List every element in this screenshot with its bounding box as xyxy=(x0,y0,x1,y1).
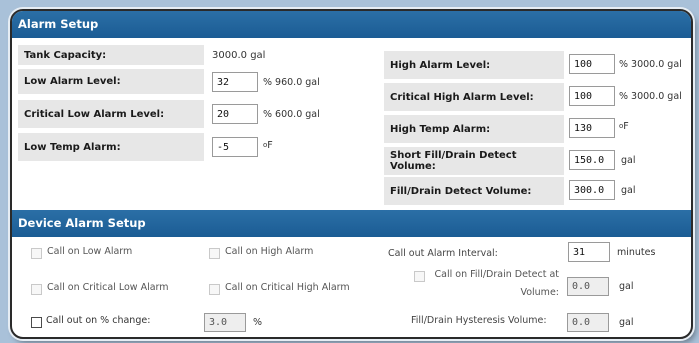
critical-high-alarm-input[interactable] xyxy=(569,86,615,106)
critical-high-alarm-label: Critical High Alarm Level: xyxy=(384,83,564,111)
fill-drain-hysteresis-unit: gal xyxy=(619,317,634,328)
call-on-critical-high-alarm-checkbox[interactable] xyxy=(209,284,220,295)
short-fill-drain-label: Short Fill/Drain Detect Volume: xyxy=(384,147,564,175)
call-on-fill-drain-input[interactable] xyxy=(567,277,609,296)
call-on-high-alarm-checkbox[interactable] xyxy=(209,248,220,259)
call-on-fill-drain-label-line2: Volume: xyxy=(520,287,559,298)
call-out-alarm-interval-unit: minutes xyxy=(617,246,656,258)
critical-low-alarm-input[interactable] xyxy=(212,104,258,124)
tank-capacity-label: Tank Capacity: xyxy=(18,45,204,65)
critical-low-alarm-unit: % 600.0 gal xyxy=(263,108,320,120)
device-alarm-setup-header: Device Alarm Setup xyxy=(12,210,691,237)
low-temp-unit: oF xyxy=(263,139,273,151)
high-temp-alarm-input[interactable] xyxy=(569,118,615,138)
low-alarm-unit: % 960.0 gal xyxy=(263,76,320,88)
fill-drain-detect-input[interactable] xyxy=(569,180,615,200)
call-on-critical-low-alarm-checkbox[interactable] xyxy=(31,284,42,295)
short-fill-drain-unit: gal xyxy=(621,154,636,166)
tank-capacity-value: 3000.0 gal xyxy=(212,49,266,61)
high-alarm-label: High Alarm Level: xyxy=(384,51,564,79)
short-fill-drain-input[interactable] xyxy=(569,150,615,170)
low-temp-alarm-label: Low Temp Alarm: xyxy=(18,133,204,161)
call-on-fill-drain-unit: gal xyxy=(619,281,634,292)
low-alarm-label: Low Alarm Level: xyxy=(18,69,204,94)
call-on-critical-low-alarm-label: Call on Critical Low Alarm xyxy=(47,282,169,293)
low-alarm-input[interactable] xyxy=(212,72,258,92)
low-temp-alarm-input[interactable] xyxy=(212,137,258,157)
high-alarm-input[interactable] xyxy=(569,54,615,74)
call-out-alarm-interval-input[interactable] xyxy=(568,242,610,262)
call-out-percent-change-checkbox[interactable] xyxy=(31,317,42,328)
fill-drain-detect-label: Fill/Drain Detect Volume: xyxy=(384,177,564,205)
high-temp-unit: oF xyxy=(619,120,629,132)
call-out-percent-change-input[interactable] xyxy=(204,313,246,332)
call-on-fill-drain-checkbox[interactable] xyxy=(414,271,425,282)
fill-drain-detect-unit: gal xyxy=(621,184,636,196)
call-out-percent-change-label: Call out on % change: xyxy=(46,315,151,326)
fill-drain-hysteresis-input[interactable] xyxy=(567,313,609,332)
call-out-percent-unit: % xyxy=(253,317,263,328)
call-on-low-alarm-checkbox[interactable] xyxy=(31,248,42,259)
call-on-low-alarm-label: Call on Low Alarm xyxy=(47,246,133,257)
high-alarm-unit: % 3000.0 gal xyxy=(619,58,682,70)
call-on-critical-high-alarm-label: Call on Critical High Alarm xyxy=(225,282,350,293)
alarm-setup-header: Alarm Setup xyxy=(12,11,691,38)
call-on-high-alarm-label: Call on High Alarm xyxy=(225,246,314,257)
critical-high-alarm-unit: % 3000.0 gal xyxy=(619,90,682,102)
fill-drain-hysteresis-label: Fill/Drain Hysteresis Volume: xyxy=(411,315,547,326)
critical-low-alarm-label: Critical Low Alarm Level: xyxy=(18,100,204,128)
call-on-fill-drain-label-line1: Call on Fill/Drain Detect at xyxy=(434,269,559,280)
call-out-alarm-interval-label: Call out Alarm Interval: xyxy=(388,248,498,259)
alarm-setup-panel: Alarm Setup Tank Capacity: 3000.0 gal Lo… xyxy=(10,9,693,339)
high-temp-alarm-label: High Temp Alarm: xyxy=(384,115,564,143)
